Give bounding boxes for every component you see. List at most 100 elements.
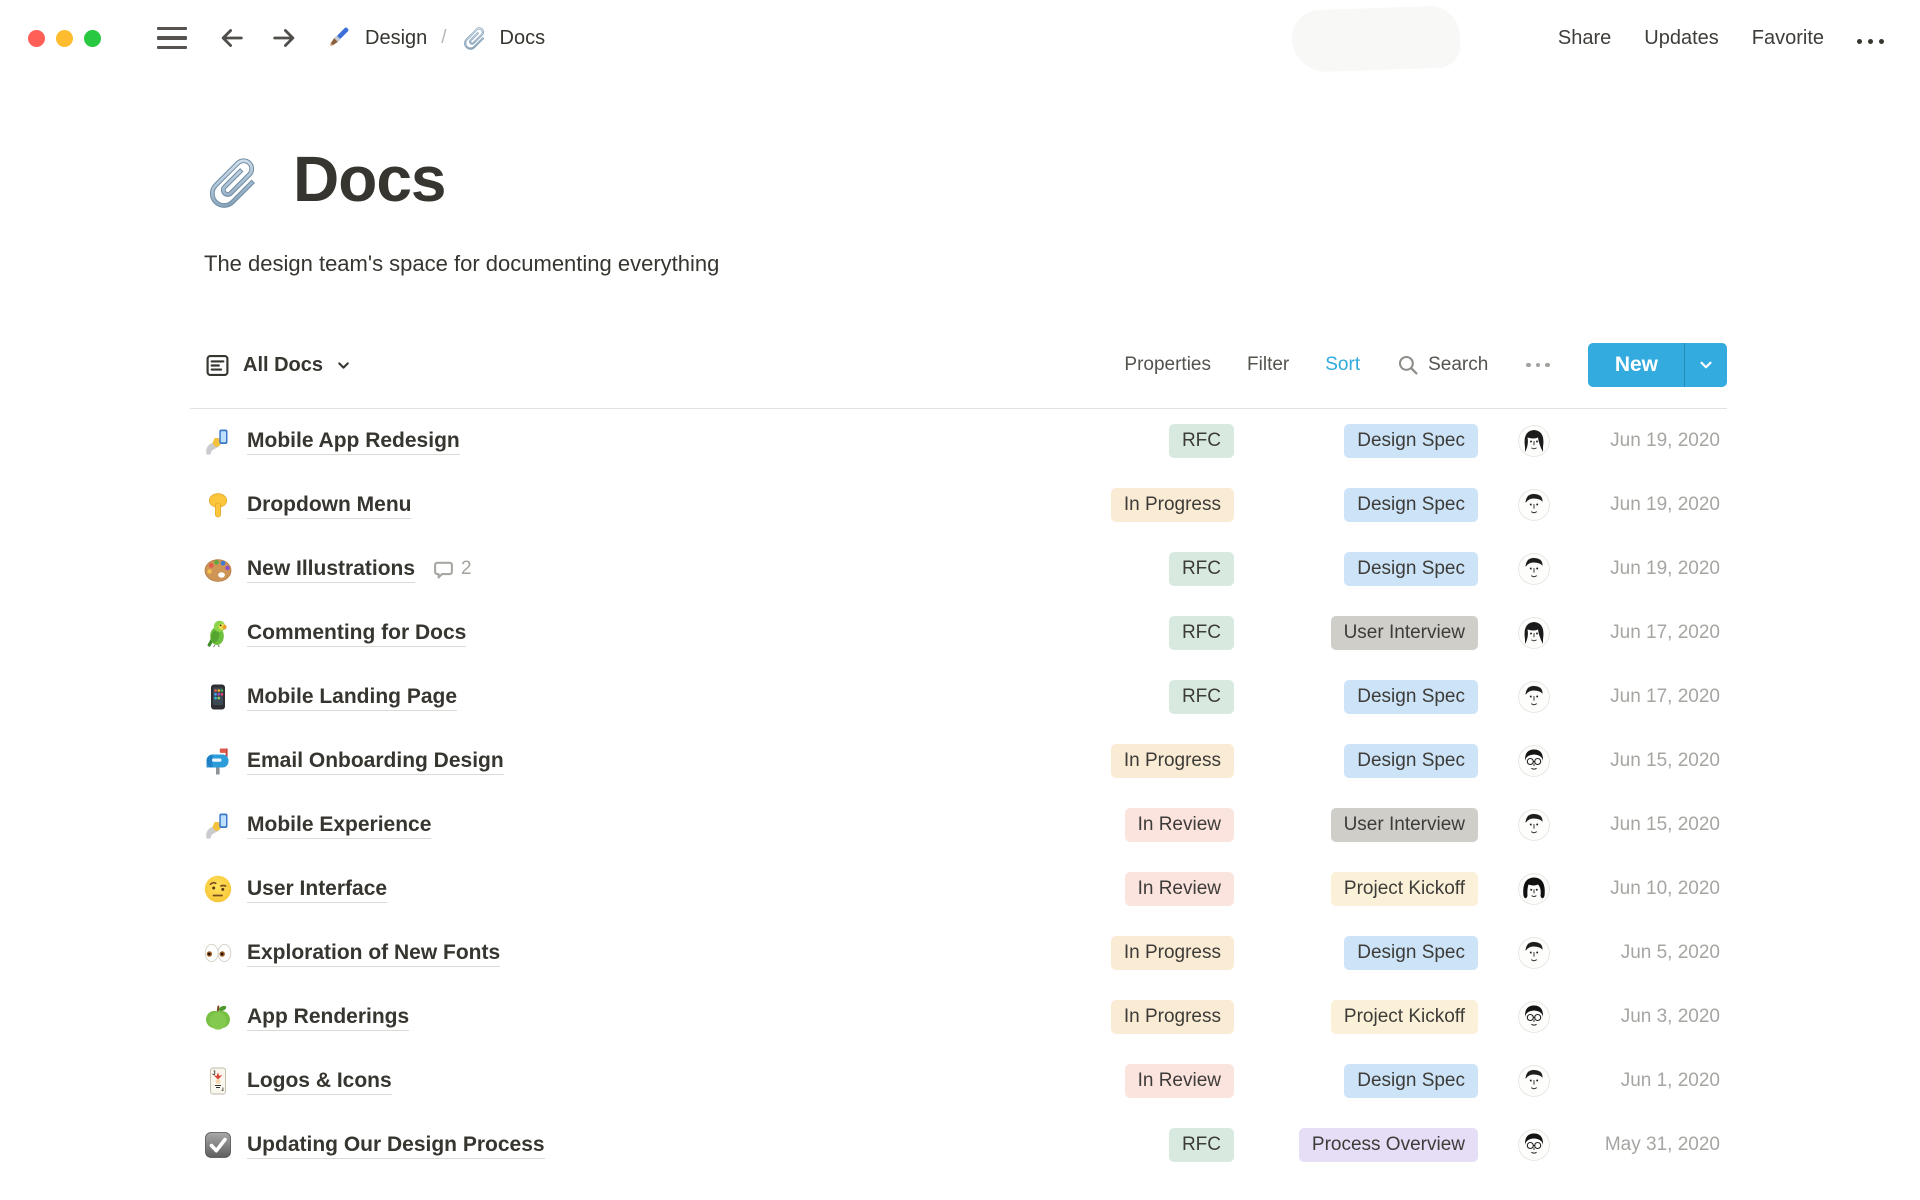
table-row[interactable]: Mobile Experience In Review User Intervi… <box>190 793 1727 857</box>
doc-title-link[interactable]: Dropdown Menu <box>247 493 412 520</box>
new-button-label[interactable]: New <box>1588 343 1684 387</box>
share-button[interactable]: Share <box>1558 27 1611 50</box>
status-badge[interactable]: In Review <box>1124 872 1234 907</box>
type-badge[interactable]: User Interview <box>1330 808 1478 843</box>
sidebar-menu-icon[interactable] <box>157 26 187 50</box>
status-badge[interactable]: In Review <box>1124 808 1234 843</box>
comment-count[interactable]: 2 <box>433 558 472 580</box>
favorite-button[interactable]: Favorite <box>1752 27 1824 50</box>
doc-date: Jun 5, 2020 <box>1620 942 1720 964</box>
zoom-window-button[interactable] <box>84 29 101 47</box>
back-arrow-icon[interactable] <box>217 23 247 53</box>
status-badge[interactable]: RFC <box>1168 552 1234 587</box>
doc-date: Jun 17, 2020 <box>1610 686 1720 708</box>
table-row[interactable]: User Interface In Review Project Kickoff… <box>190 857 1727 921</box>
doc-title-link[interactable]: Exploration of New Fonts <box>247 941 501 968</box>
type-badge[interactable]: Process Overview <box>1298 1128 1478 1163</box>
search-label: Search <box>1428 354 1489 376</box>
status-badge[interactable]: In Progress <box>1110 936 1234 971</box>
docs-table: Mobile App Redesign RFC Design Spec Jun … <box>190 409 1727 1177</box>
doc-title-link[interactable]: App Renderings <box>247 1005 410 1032</box>
doc-emoji-icon <box>203 810 233 840</box>
table-row[interactable]: Mobile Landing Page RFC Design Spec Jun … <box>190 665 1727 729</box>
table-row[interactable]: Exploration of New Fonts In Progress Des… <box>190 921 1727 985</box>
type-badge[interactable]: Design Spec <box>1344 1064 1478 1099</box>
type-badge[interactable]: Design Spec <box>1344 680 1478 715</box>
table-row[interactable]: Mobile App Redesign RFC Design Spec Jun … <box>190 409 1727 473</box>
table-row[interactable]: Email Onboarding Design In Progress Desi… <box>190 729 1727 793</box>
search-icon <box>1396 353 1420 377</box>
type-badge[interactable]: Design Spec <box>1344 424 1478 459</box>
doc-date: Jun 19, 2020 <box>1610 558 1720 580</box>
doc-title-link[interactable]: Mobile Landing Page <box>247 685 458 712</box>
status-badge[interactable]: RFC <box>1168 680 1234 715</box>
avatar <box>1518 489 1550 521</box>
doc-emoji-icon <box>203 1002 233 1032</box>
type-badge[interactable]: Project Kickoff <box>1330 872 1478 907</box>
status-badge[interactable]: RFC <box>1168 616 1234 651</box>
type-badge[interactable]: Design Spec <box>1344 744 1478 779</box>
doc-date: May 31, 2020 <box>1604 1134 1720 1156</box>
status-badge[interactable]: RFC <box>1168 1128 1234 1163</box>
breadcrumb-item-docs[interactable]: Docs <box>461 25 545 52</box>
breadcrumb-label: Design <box>365 26 428 49</box>
forward-arrow-icon[interactable] <box>269 23 299 53</box>
status-badge[interactable]: In Progress <box>1110 744 1234 779</box>
type-badge[interactable]: Design Spec <box>1344 936 1478 971</box>
doc-emoji-icon <box>203 1066 233 1096</box>
doc-title-link[interactable]: New Illustrations <box>247 557 416 584</box>
minimize-window-button[interactable] <box>56 29 73 47</box>
table-row[interactable]: Logos & Icons In Review Design Spec Jun … <box>190 1049 1727 1113</box>
close-window-button[interactable] <box>28 29 45 47</box>
filter-button[interactable]: Filter <box>1247 354 1289 376</box>
type-badge[interactable]: Project Kickoff <box>1330 1000 1478 1035</box>
doc-title-link[interactable]: Mobile App Redesign <box>247 429 460 456</box>
toolbar-more-icon[interactable] <box>1524 362 1552 368</box>
table-row[interactable]: Updating Our Design Process RFC Process … <box>190 1113 1727 1177</box>
chevron-down-icon <box>335 357 352 374</box>
page-paperclip-icon <box>203 153 263 213</box>
search-button[interactable]: Search <box>1396 353 1488 377</box>
table-row[interactable]: Dropdown Menu In Progress Design Spec Ju… <box>190 473 1727 537</box>
avatar <box>1518 553 1550 585</box>
doc-emoji-icon <box>203 1130 233 1160</box>
doc-emoji-icon <box>203 746 233 776</box>
paperclip-icon <box>461 25 488 52</box>
doc-title-link[interactable]: User Interface <box>247 877 388 904</box>
status-badge[interactable]: RFC <box>1168 424 1234 459</box>
table-row[interactable]: New Illustrations 2 RFC Design Spec Jun … <box>190 537 1727 601</box>
doc-emoji-icon <box>203 938 233 968</box>
avatar <box>1518 1129 1550 1161</box>
properties-button[interactable]: Properties <box>1124 354 1211 376</box>
new-button-chevron-icon[interactable] <box>1685 343 1727 387</box>
doc-date: Jun 15, 2020 <box>1610 814 1720 836</box>
doc-title-link[interactable]: Logos & Icons <box>247 1069 392 1096</box>
table-row[interactable]: App Renderings In Progress Project Kicko… <box>190 985 1727 1049</box>
comment-bubble-icon <box>433 559 454 580</box>
doc-emoji-icon <box>203 682 233 712</box>
updates-button[interactable]: Updates <box>1644 27 1719 50</box>
page-title: Docs <box>293 143 446 215</box>
more-options-icon[interactable] <box>1857 33 1884 44</box>
table-view-icon <box>204 352 231 379</box>
hover-smudge <box>1290 5 1462 73</box>
avatar <box>1518 617 1550 649</box>
doc-title-link[interactable]: Updating Our Design Process <box>247 1133 545 1160</box>
breadcrumb-item-design[interactable]: Design <box>323 23 427 53</box>
doc-title-link[interactable]: Commenting for Docs <box>247 621 467 648</box>
doc-title-link[interactable]: Mobile Experience <box>247 813 432 840</box>
view-switcher-all-docs[interactable]: All Docs <box>204 352 352 379</box>
type-badge[interactable]: User Interview <box>1330 616 1478 651</box>
type-badge[interactable]: Design Spec <box>1344 488 1478 523</box>
doc-title-link[interactable]: Email Onboarding Design <box>247 749 504 776</box>
status-badge[interactable]: In Progress <box>1110 1000 1234 1035</box>
doc-date: Jun 3, 2020 <box>1620 1006 1720 1028</box>
type-badge[interactable]: Design Spec <box>1344 552 1478 587</box>
status-badge[interactable]: In Progress <box>1110 488 1234 523</box>
status-badge[interactable]: In Review <box>1124 1064 1234 1099</box>
traffic-lights <box>28 29 101 47</box>
new-button[interactable]: New <box>1587 343 1727 388</box>
sort-button[interactable]: Sort <box>1325 354 1360 376</box>
table-row[interactable]: Commenting for Docs RFC User Interview J… <box>190 601 1727 665</box>
avatar <box>1518 809 1550 841</box>
